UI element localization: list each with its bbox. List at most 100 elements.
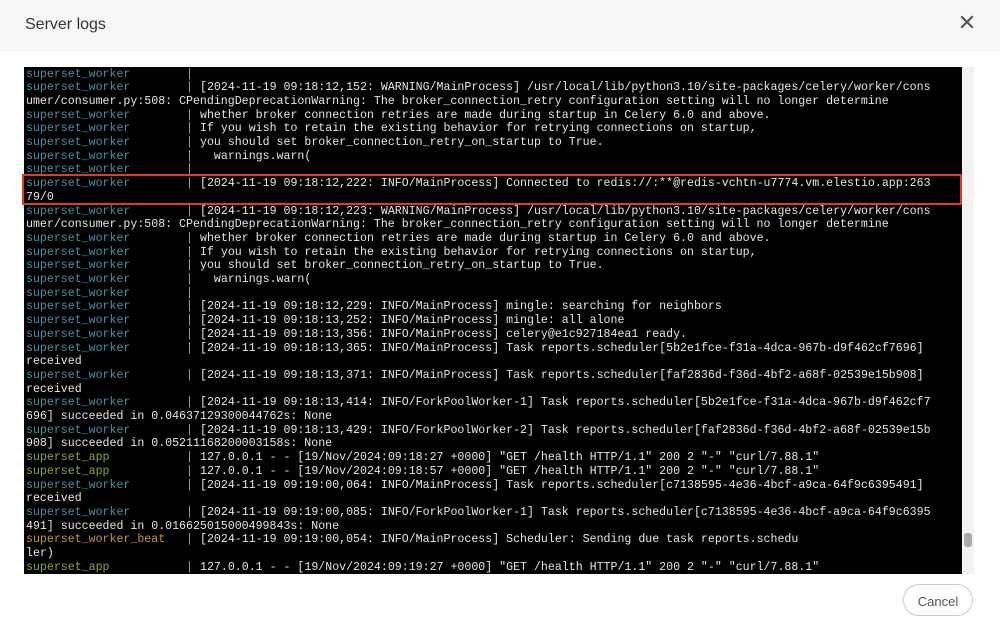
log-message: received: [26, 382, 82, 396]
log-separator: |: [186, 81, 193, 95]
log-line: superset_worker | warnings.warn(: [26, 273, 311, 287]
log-line: superset_worker | If you wish to retain th…: [26, 122, 757, 136]
log-separator: |: [186, 505, 193, 519]
log-line: superset_worker |: [26, 287, 200, 301]
log-service-name: superset_worker: [26, 245, 131, 259]
log-service-name: superset_worker: [26, 396, 131, 410]
log-message: 79/0: [26, 190, 54, 204]
log-line: umer/consumer.py:508: CPendingDeprecatio…: [26, 95, 889, 109]
log-line: received: [26, 383, 82, 397]
log-message: warnings.warn(: [200, 273, 312, 286]
log-message: If you wish to retain the existing behav…: [200, 122, 757, 136]
log-service-name: superset_worker: [26, 67, 131, 81]
log-line: superset_worker | If you wish to retain th…: [26, 246, 757, 260]
log-line: superset_app | 127.0.0.1 - - [19/Nov/2024:…: [26, 561, 819, 574]
log-message: you should set broker_connection_retry_o…: [200, 136, 604, 149]
log-message: 127.0.0.1 - - [19/Nov/2024:09:18:57 +000…: [200, 464, 820, 478]
log-line: superset_worker | [2024-11-19 09:18:13,414…: [26, 396, 931, 410]
log-line: superset_worker |: [26, 68, 200, 82]
log-line: superset_worker | whether broker connectio…: [26, 109, 771, 123]
log-message: [2024-11-19 09:18:13,365: INFO/MainProce…: [200, 341, 924, 355]
log-line: superset_app | 127.0.0.1 - - [19/Nov/2024:…: [26, 451, 819, 465]
log-service-name: superset_worker: [26, 108, 131, 122]
log-message: [2024-11-19 09:18:13,429: INFO/ForkPoolW…: [200, 423, 931, 437]
log-message: [2024-11-19 09:18:13,252: INFO/MainProce…: [200, 314, 625, 328]
log-service-name: superset_worker: [26, 177, 131, 191]
log-line: superset_worker | [2024-11-19 09:18:13,429…: [26, 424, 931, 438]
log-separator: |: [186, 122, 193, 136]
log-message: 127.0.0.1 - - [19/Nov/2024:09:18:27 +000…: [200, 451, 820, 465]
log-output[interactable]: superset_worker | superset_worker | [2024-11…: [24, 67, 962, 574]
log-separator: |: [186, 327, 193, 341]
log-separator: |: [186, 149, 193, 163]
log-service-name: superset_worker: [26, 273, 131, 286]
log-message: 491] succeeded in 0.016625015000499843s:…: [26, 519, 340, 533]
log-service-name: superset_worker: [26, 368, 131, 382]
log-service-name: superset_worker: [26, 314, 131, 328]
log-line: umer/consumer.py:508: CPendingDeprecatio…: [26, 218, 889, 232]
log-message: umer/consumer.py:508: CPendingDeprecatio…: [26, 94, 889, 108]
log-message: [2024-11-19 09:18:12,223: WARNING/MainPr…: [200, 204, 931, 218]
log-message: warnings.warn(: [200, 149, 312, 163]
log-service-name: superset_worker: [26, 327, 131, 341]
log-message: [2024-11-19 09:18:12,222: INFO/MainProce…: [200, 177, 931, 191]
log-scrollbar[interactable]: [962, 67, 974, 574]
log-separator: |: [186, 177, 193, 191]
log-message: whether broker connection retries are ma…: [200, 231, 771, 245]
log-service-name: superset_worker: [26, 478, 131, 492]
log-line: superset_worker | [2024-11-19 09:19:00,085…: [26, 506, 931, 520]
log-line: superset_worker |: [26, 163, 200, 177]
log-line: superset_worker | [2024-11-19 09:18:12,229…: [26, 300, 722, 314]
log-line: superset_worker | warnings.warn(: [26, 150, 311, 164]
log-service-name: superset_worker: [26, 505, 131, 519]
cancel-button[interactable]: Cancel: [903, 584, 973, 616]
log-separator: |: [186, 464, 193, 478]
log-message: If you wish to retain the existing behav…: [200, 245, 757, 259]
log-message: ler): [26, 547, 54, 560]
log-line: received: [26, 492, 82, 506]
log-separator: |: [186, 314, 193, 328]
log-service-name: superset_worker: [26, 300, 131, 314]
log-service-name: superset_worker: [26, 81, 131, 95]
log-message: whether broker connection retries are ma…: [200, 108, 771, 122]
log-separator: |: [186, 533, 193, 547]
log-message: received: [26, 492, 82, 506]
log-line: 491] succeeded in 0.016625015000499843s:…: [26, 520, 339, 534]
log-separator: |: [186, 368, 193, 382]
log-service-name: superset_app: [26, 451, 110, 465]
log-message: [2024-11-19 09:18:12,152: WARNING/MainPr…: [200, 81, 931, 95]
log-service-name: superset_app: [26, 560, 110, 574]
log-line: superset_worker | [2024-11-19 09:18:13,356…: [26, 328, 687, 342]
log-line: superset_worker | [2024-11-19 09:18:13,252…: [26, 314, 624, 328]
log-separator: |: [186, 478, 193, 492]
log-line: received: [26, 355, 82, 369]
log-scrollbar-thumb[interactable]: [964, 533, 972, 547]
log-separator: |: [186, 163, 193, 177]
log-separator: |: [186, 560, 193, 574]
log-service-name: superset_app: [26, 464, 110, 478]
log-line: superset_worker | [2024-11-19 09:18:13,371…: [26, 369, 924, 383]
log-line: superset_worker | [2024-11-19 09:18:12,223…: [26, 205, 931, 219]
log-line: superset_worker | [2024-11-19 09:18:12,152…: [26, 81, 931, 95]
log-message: you should set broker_connection_retry_o…: [200, 259, 604, 273]
log-separator: |: [186, 273, 193, 286]
log-service-name: superset_worker: [26, 163, 131, 177]
log-message: [2024-11-19 09:18:12,229: INFO/MainProce…: [200, 300, 722, 314]
log-separator: |: [186, 245, 193, 259]
log-service-name: superset_worker: [26, 149, 131, 163]
dialog-header: Server logs ✕: [0, 0, 1000, 52]
log-service-name: superset_worker_beat: [26, 533, 166, 547]
log-separator: |: [186, 451, 193, 465]
close-icon[interactable]: ✕: [955, 12, 979, 36]
log-line: superset_app | 127.0.0.1 - - [19/Nov/2024:…: [26, 465, 819, 479]
log-service-name: superset_worker: [26, 423, 131, 437]
log-message: umer/consumer.py:508: CPendingDeprecatio…: [26, 218, 889, 232]
log-service-name: superset_worker: [26, 259, 131, 273]
log-service-name: superset_worker: [26, 136, 131, 149]
log-message: 696] succeeded in 0.04637129300044762s: …: [26, 410, 333, 423]
log-separator: |: [186, 231, 193, 245]
log-line: ler): [26, 547, 54, 561]
log-message: 908] succeeded in 0.05211168200003158s: …: [26, 437, 333, 451]
log-service-name: superset_worker: [26, 122, 131, 136]
log-separator: |: [186, 67, 193, 81]
